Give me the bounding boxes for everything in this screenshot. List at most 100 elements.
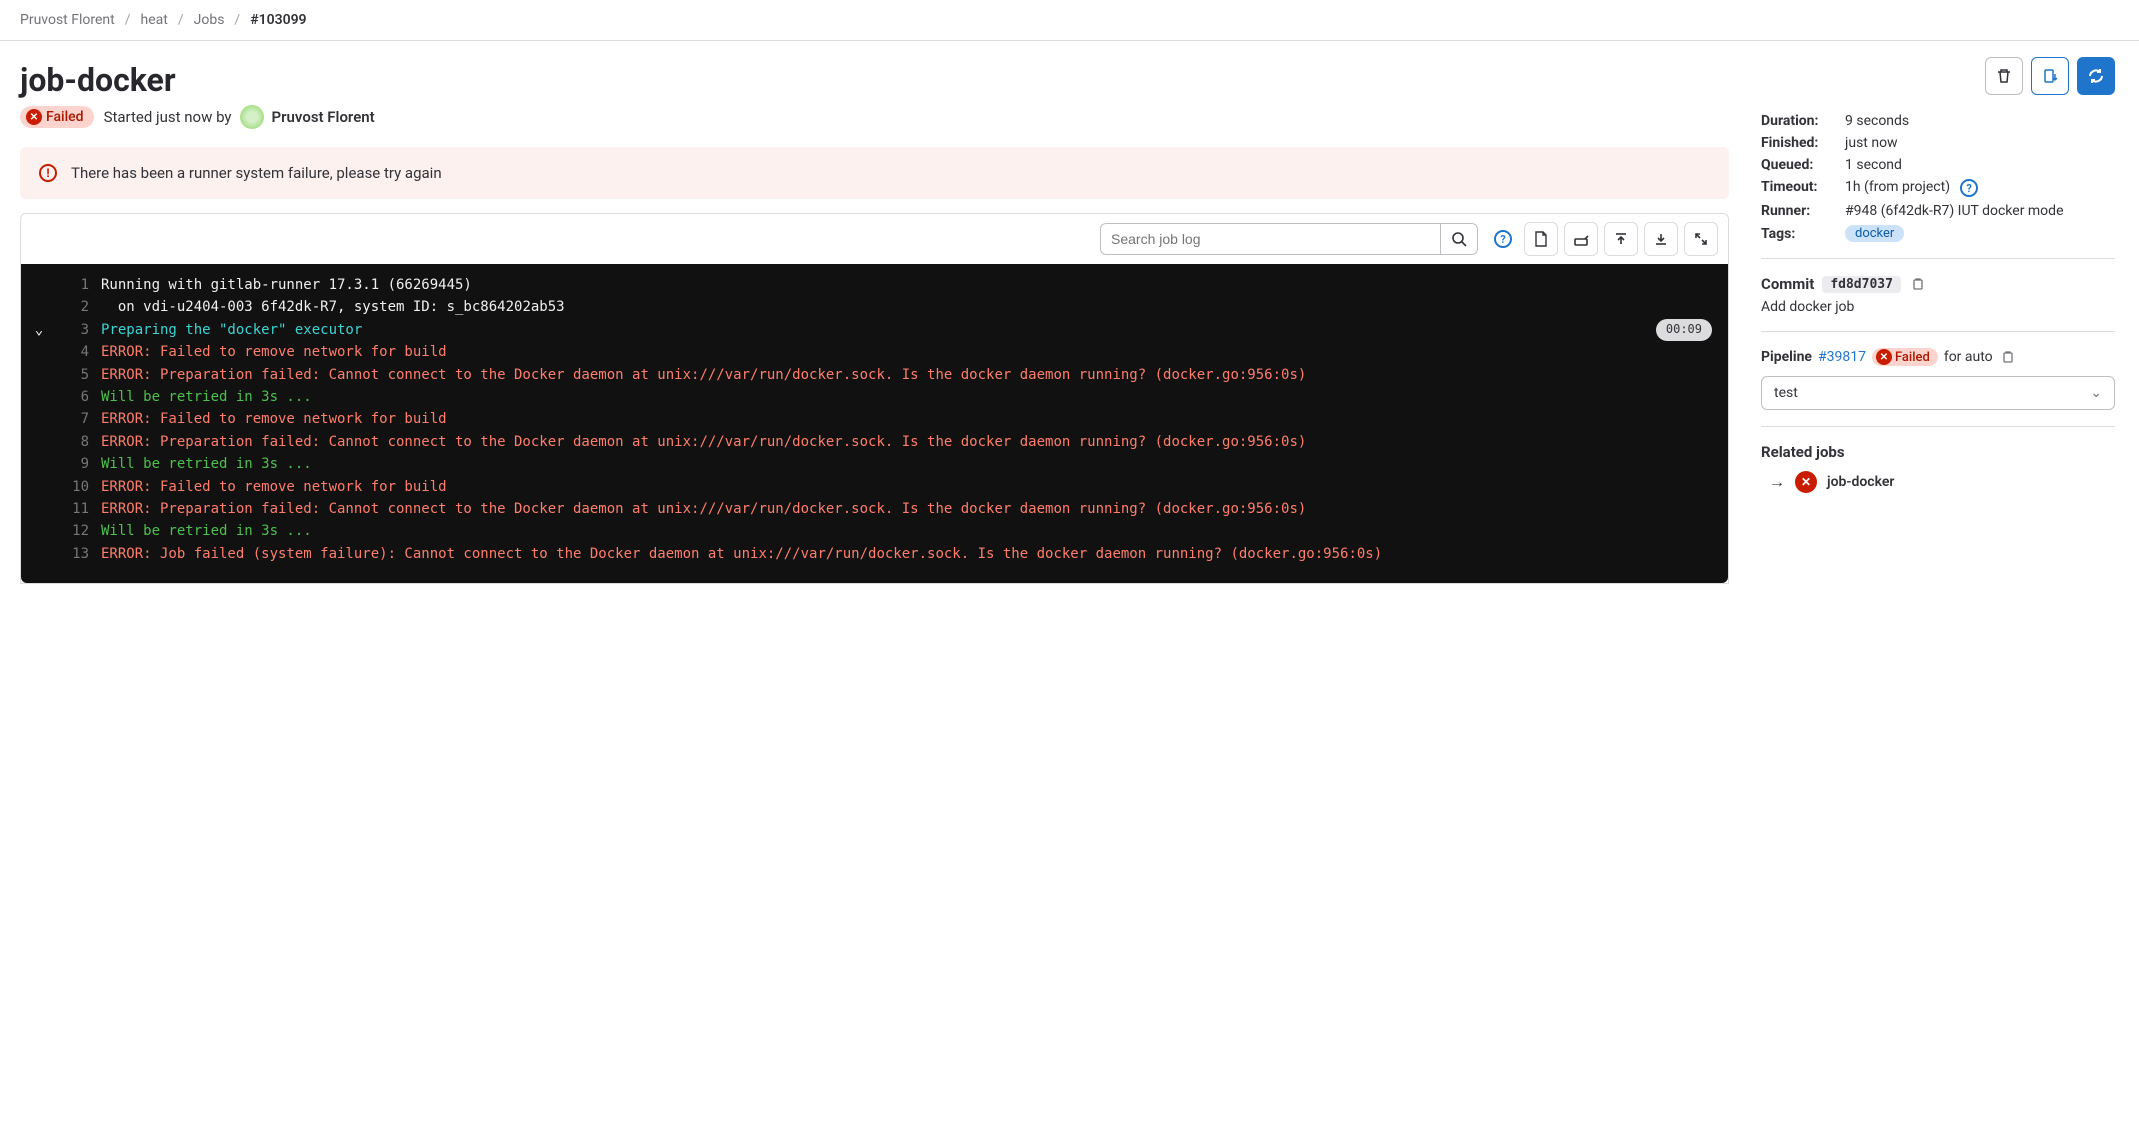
log-panel: ? [20, 213, 1729, 584]
system-failure-alert: ! There has been a runner system failure… [20, 147, 1729, 199]
line-number[interactable]: 7 [57, 408, 101, 430]
finished-label: Finished: [1761, 135, 1839, 151]
expand-icon [1694, 232, 1708, 246]
pipeline-link[interactable]: #39817 [1818, 349, 1866, 365]
search-icon [1451, 231, 1467, 247]
tag-pill[interactable]: docker [1845, 225, 1904, 242]
log-body[interactable]: 1Running with gitlab-runner 17.3.1 (6626… [21, 264, 1728, 583]
log-line: ERROR: Preparation failed: Cannot connec… [101, 498, 1728, 520]
line-number[interactable]: 1 [57, 274, 101, 296]
avatar[interactable] [240, 105, 264, 129]
queued-label: Queued: [1761, 157, 1839, 173]
line-number[interactable]: 3 [57, 319, 101, 341]
log-line: ERROR: Failed to remove network for buil… [101, 408, 1728, 430]
retry-button[interactable] [2077, 57, 2115, 95]
arrow-up-bar-icon [1614, 232, 1628, 246]
runner-label: Runner: [1761, 203, 1839, 219]
scroll-bottom-button[interactable] [1644, 222, 1678, 256]
finished-value: just now [1845, 135, 1898, 151]
line-number[interactable]: 12 [57, 520, 101, 542]
breadcrumb-owner[interactable]: Pruvost Florent [20, 12, 115, 28]
page-title: job-docker [20, 61, 1729, 99]
copy-sha-button[interactable] [1909, 275, 1927, 293]
related-jobs-label: Related jobs [1761, 443, 2115, 461]
failed-icon: ✕ [1795, 471, 1817, 493]
log-line: Will be retried in 3s ... [101, 520, 1728, 542]
trash-icon [1996, 68, 2012, 84]
fullscreen-button[interactable] [1684, 222, 1718, 256]
log-line: Preparing the "docker" executor [101, 319, 1656, 341]
help-button[interactable]: ? [1484, 222, 1518, 256]
duration-label: Duration: [1761, 113, 1839, 129]
pipeline-ref: for auto [1944, 349, 1993, 365]
search-button[interactable] [1440, 223, 1478, 255]
queued-value: 1 second [1845, 157, 1902, 173]
log-line: ERROR: Preparation failed: Cannot connec… [101, 364, 1728, 386]
section-duration: 00:09 [1656, 319, 1712, 340]
status-text: Failed [46, 109, 84, 125]
copy-ref-button[interactable] [1999, 348, 2017, 366]
alert-icon: ! [39, 164, 57, 182]
clipboard-icon [2001, 350, 2015, 364]
breadcrumb-id[interactable]: #103099 [250, 12, 306, 28]
tags-label: Tags: [1761, 226, 1839, 242]
timeout-value: 1h (from project) [1845, 179, 1950, 195]
failed-icon: ✕ [1876, 349, 1892, 365]
download-button[interactable] [1564, 222, 1598, 256]
line-number[interactable]: 9 [57, 453, 101, 475]
breadcrumb-sep: / [234, 12, 240, 28]
line-number[interactable]: 13 [57, 543, 101, 565]
related-job-name: job-docker [1827, 474, 1894, 490]
related-job-item[interactable]: → ✕ job-docker [1761, 471, 2115, 493]
breadcrumb: Pruvost Florent / heat / Jobs / #103099 [0, 0, 2139, 41]
timeout-help-icon[interactable]: ? [1960, 179, 1978, 197]
log-line: ERROR: Preparation failed: Cannot connec… [101, 431, 1728, 453]
commit-message: Add docker job [1761, 299, 2115, 315]
log-line: on vdi-u2404-003 6f42dk-R7, system ID: s… [101, 296, 1728, 318]
log-line: Will be retried in 3s ... [101, 453, 1728, 475]
erase-job-button[interactable] [1985, 57, 2023, 95]
pipeline-label: Pipeline [1761, 349, 1812, 365]
stage-selected: test [1774, 385, 1798, 401]
breadcrumb-sep: / [125, 12, 131, 28]
line-number[interactable]: 10 [57, 476, 101, 498]
line-number[interactable]: 4 [57, 341, 101, 363]
runner-value: #948 (6f42dk-R7) IUT docker mode [1845, 203, 2064, 219]
log-line: Will be retried in 3s ... [101, 386, 1728, 408]
pipeline-status-text: Failed [1895, 350, 1930, 365]
refresh-icon [2087, 67, 2105, 85]
clipboard-icon [1911, 277, 1925, 291]
breadcrumb-sep: / [178, 12, 184, 28]
log-line: ERROR: Job failed (system failure): Cann… [101, 543, 1728, 565]
log-toolbar: ? [21, 214, 1728, 264]
line-number[interactable]: 8 [57, 431, 101, 453]
breadcrumb-section[interactable]: Jobs [194, 12, 225, 28]
failed-icon: ✕ [26, 109, 42, 125]
breadcrumb-project[interactable]: heat [141, 12, 168, 28]
arrow-down-bar-icon [1654, 232, 1668, 246]
log-line: ERROR: Failed to remove network for buil… [101, 341, 1728, 363]
document-icon [1533, 231, 1549, 247]
line-number[interactable]: 11 [57, 498, 101, 520]
collapse-toggle[interactable]: ⌄ [35, 322, 43, 338]
duration-value: 9 seconds [1845, 113, 1909, 129]
commit-sha[interactable]: fd8d7037 [1822, 276, 1901, 293]
stage-select[interactable]: test ⌄ [1761, 376, 2115, 410]
author-link[interactable]: Pruvost Florent [272, 108, 375, 126]
line-number[interactable]: 6 [57, 386, 101, 408]
alert-text: There has been a runner system failure, … [71, 164, 442, 182]
new-issue-button[interactable] [2031, 57, 2069, 95]
status-badge: ✕ Failed [20, 106, 94, 128]
line-number[interactable]: 5 [57, 364, 101, 386]
download-icon [1573, 231, 1589, 247]
raw-log-button[interactable] [1524, 222, 1558, 256]
help-icon: ? [1494, 230, 1512, 248]
line-number[interactable]: 2 [57, 296, 101, 318]
pipeline-status-badge: ✕ Failed [1872, 348, 1938, 366]
chevron-down-icon: ⌄ [2090, 385, 2102, 401]
arrow-right-icon: → [1769, 472, 1785, 492]
retry-alt-icon [2042, 68, 2058, 84]
scroll-top-button[interactable] [1604, 222, 1638, 256]
search-input[interactable] [1100, 223, 1440, 255]
log-line: ERROR: Failed to remove network for buil… [101, 476, 1728, 498]
